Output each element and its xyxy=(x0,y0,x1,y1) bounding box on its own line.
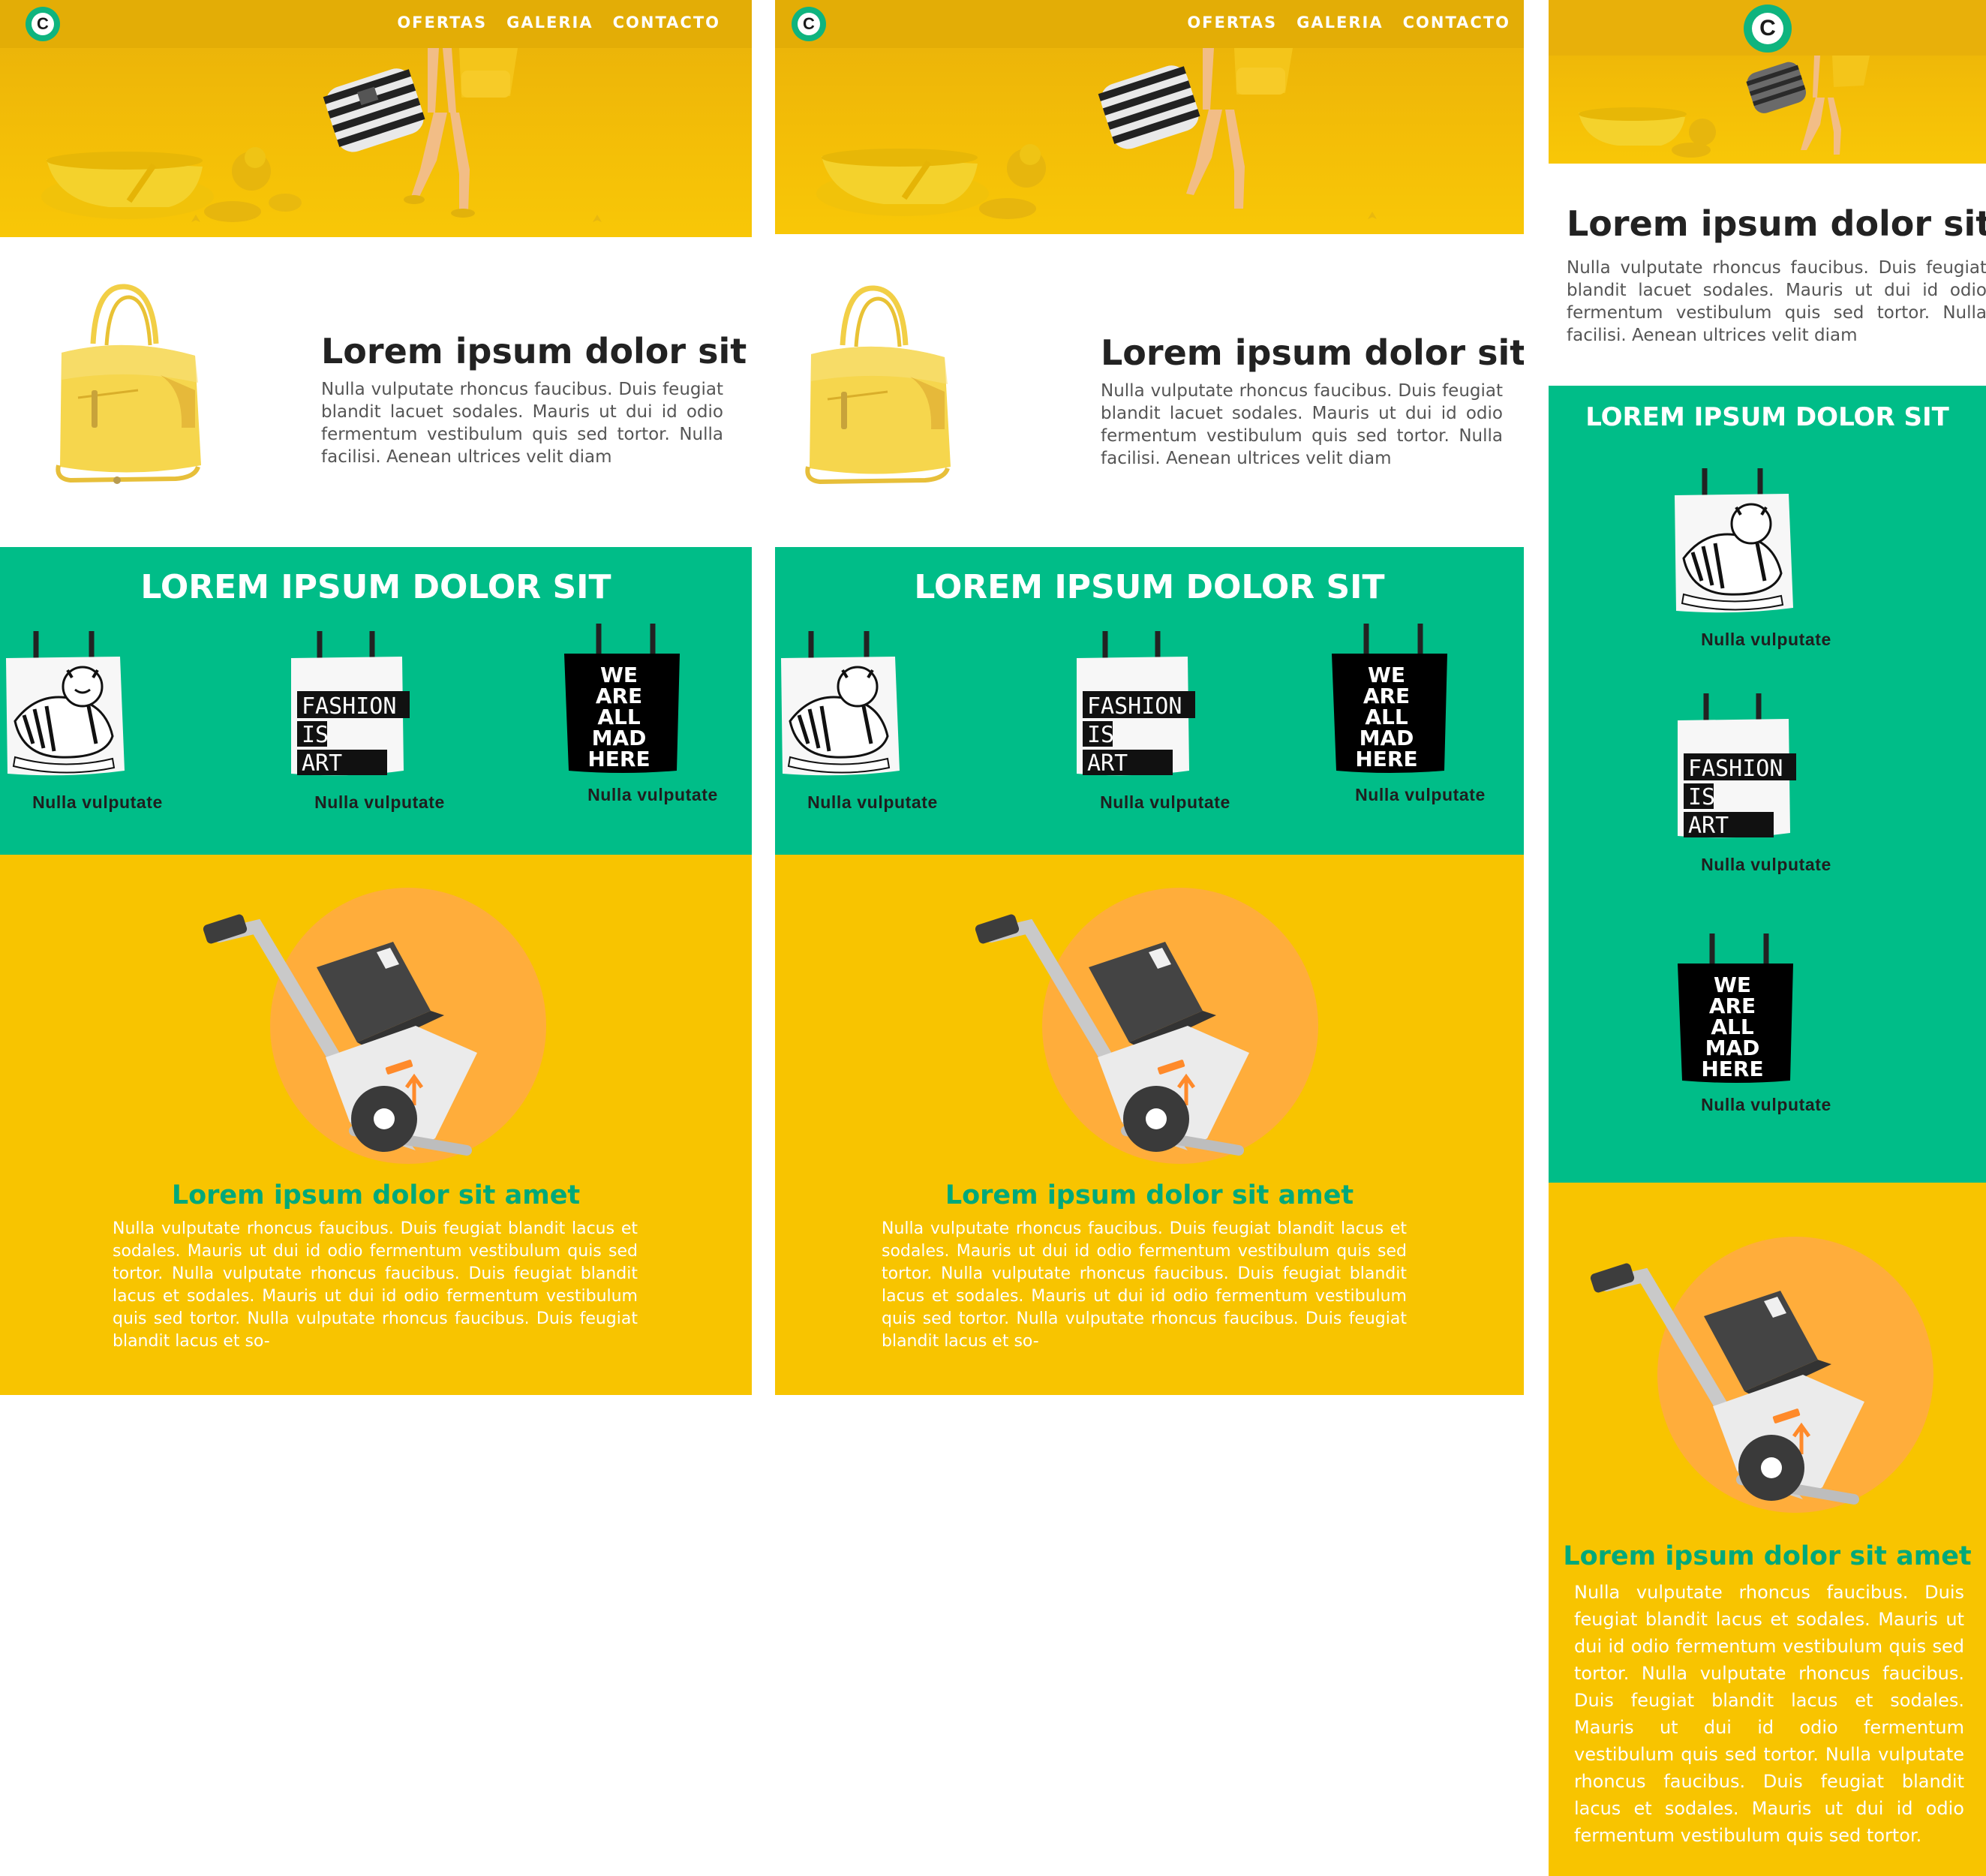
navbar: C OFERTAS GALERIA CONTACTO xyxy=(0,0,752,48)
logo-letter: C xyxy=(37,14,49,33)
main-nav: OFERTAS GALERIA CONTACTO xyxy=(1187,14,1510,32)
svg-text:IS: IS xyxy=(302,722,329,748)
svg-text:HERE: HERE xyxy=(1355,747,1417,771)
product-card[interactable]: Nulla vulputate xyxy=(775,631,970,813)
navbar: C OFERTAS GALERIA CONTACTO xyxy=(775,0,1524,48)
product-card[interactable]: FASHION IS ART Nulla vulputate xyxy=(1669,693,1864,875)
intro-title: Lorem ipsum dolor sit xyxy=(1567,203,1986,244)
nav-link-galeria[interactable]: GALERIA xyxy=(506,14,593,32)
hero-banner: C OFERTAS GALERIA CONTACTO xyxy=(0,0,752,237)
intro-body: Nulla vulputate rhoncus faucibus. Duis f… xyxy=(1101,381,1503,468)
intro-section: Lorem ipsum dolor sit Nulla vulputate rh… xyxy=(0,237,752,547)
product-label: Nulla vulputate xyxy=(1100,792,1230,812)
product-label: Nulla vulputate xyxy=(32,792,163,812)
products-title: LOREM IPSUM DOLOR SIT xyxy=(914,568,1385,606)
intro-text: Lorem ipsum dolor sit Nulla vulputate rh… xyxy=(1101,330,1524,470)
tote-bag-icon xyxy=(6,631,125,776)
product-label: Nulla vulputate xyxy=(1701,630,1831,649)
intro-text: Lorem ipsum dolor sit Nulla vulputate rh… xyxy=(1567,201,1986,347)
products-title: LOREM IPSUM DOLOR SIT xyxy=(1585,402,1949,432)
intro-text: Lorem ipsum dolor sit Nulla vulputate rh… xyxy=(321,329,747,468)
nav-link-contacto[interactable]: CONTACTO xyxy=(613,14,720,32)
delivery-section: Lorem ipsum dolor sit amet Nulla vulputa… xyxy=(0,855,752,1395)
hero-banner: C OFERTAS GALERIA CONTACTO xyxy=(775,0,1524,234)
svg-text:IS: IS xyxy=(1688,784,1715,810)
nav-link-galeria[interactable]: GALERIA xyxy=(1296,14,1383,32)
product-label: Nulla vulputate xyxy=(807,792,938,812)
svg-text:IS: IS xyxy=(1087,722,1114,748)
delivery-body: Nulla vulputate rhoncus faucibus. Duis f… xyxy=(113,1219,638,1351)
svg-text:ART: ART xyxy=(1087,750,1128,777)
tote-bag-icon xyxy=(781,631,900,776)
products-section: LOREM IPSUM DOLOR SIT Nulla vulputate FA… xyxy=(775,547,1524,855)
products-section: LOREM IPSUM DOLOR SIT Nulla vulputate FA… xyxy=(0,547,752,855)
products-section: LOREM IPSUM DOLOR SIT Nulla vulputate FA… xyxy=(1549,386,1986,1183)
handbag-icon xyxy=(56,284,201,484)
product-card[interactable]: Nulla vulputate xyxy=(1669,468,1864,650)
tote-bag-icon: FASHION IS ART xyxy=(1077,631,1195,777)
svg-text:FASHION: FASHION xyxy=(1688,756,1783,782)
nav-link-contacto[interactable]: CONTACTO xyxy=(1403,14,1510,32)
delivery-body: Nulla vulputate rhoncus faucibus. Duis f… xyxy=(882,1219,1407,1351)
hand-truck-icon xyxy=(203,888,546,1164)
tote-bag-icon: WE ARE ALL MAD HERE xyxy=(564,624,680,773)
intro-body: Nulla vulputate rhoncus faucibus. Duis f… xyxy=(1567,258,1986,345)
logo-letter: C xyxy=(803,14,815,33)
product-card[interactable]: WE ARE ALL MAD HERE Nulla vulputate xyxy=(1323,624,1518,805)
intro-section: Lorem ipsum dolor sit Nulla vulputate rh… xyxy=(1549,164,1986,386)
intro-title: Lorem ipsum dolor sit xyxy=(321,331,747,371)
logo-c-icon[interactable]: C xyxy=(792,7,826,41)
product-card[interactable]: Nulla vulputate xyxy=(0,631,195,813)
delivery-section: Lorem ipsum dolor sit amet Nulla vulputa… xyxy=(775,855,1524,1395)
hero-banner: C xyxy=(1549,0,1986,164)
product-card[interactable]: WE ARE ALL MAD HERE Nulla vulputate xyxy=(555,624,750,805)
intro-title: Lorem ipsum dolor sit xyxy=(1101,332,1524,373)
product-label: Nulla vulputate xyxy=(1355,785,1486,804)
mockup-mobile: C Lorem ipsum dolor sit Nulla vulputate … xyxy=(1549,0,1986,1876)
product-card[interactable]: FASHION IS ART Nulla vulputate xyxy=(1068,631,1263,813)
product-card[interactable]: WE ARE ALL MAD HERE Nulla vulputate xyxy=(1669,933,1864,1115)
main-nav: OFERTAS GALERIA CONTACTO xyxy=(397,14,720,32)
tote-bag-icon: WE ARE ALL MAD HERE xyxy=(1332,624,1447,773)
product-label: Nulla vulputate xyxy=(587,785,718,804)
svg-text:FASHION: FASHION xyxy=(1087,693,1182,720)
intro-body: Nulla vulputate rhoncus faucibus. Duis f… xyxy=(321,380,723,467)
hand-truck-icon xyxy=(1590,1237,1933,1513)
logo-c-icon[interactable]: C xyxy=(1744,5,1792,53)
product-label: Nulla vulputate xyxy=(314,792,445,812)
handbag-icon xyxy=(805,285,951,485)
svg-text:ART: ART xyxy=(1688,813,1729,839)
nav-link-ofertas[interactable]: OFERTAS xyxy=(1187,14,1277,32)
svg-text:HERE: HERE xyxy=(587,747,650,771)
product-label: Nulla vulputate xyxy=(1701,855,1831,874)
tote-bag-icon: WE ARE ALL MAD HERE xyxy=(1678,933,1793,1083)
svg-text:HERE: HERE xyxy=(1701,1057,1763,1081)
product-label: Nulla vulputate xyxy=(1701,1095,1831,1114)
tote-bag-icon: FASHION IS ART xyxy=(1678,693,1796,839)
delivery-title: Lorem ipsum dolor sit amet xyxy=(1563,1541,1972,1571)
navbar: C xyxy=(1549,0,1986,56)
products-title: LOREM IPSUM DOLOR SIT xyxy=(140,568,611,606)
svg-text:ART: ART xyxy=(302,750,342,777)
logo-letter: C xyxy=(1759,16,1776,41)
mockup-desktop-1: C OFERTAS GALERIA CONTACTO Lorem ipsum d… xyxy=(0,0,752,1395)
logo-c-icon[interactable]: C xyxy=(26,7,60,41)
intro-section: Lorem ipsum dolor sit Nulla vulputate rh… xyxy=(775,234,1524,547)
delivery-section: Lorem ipsum dolor sit amet Nulla vulputa… xyxy=(1549,1183,1986,1876)
nav-link-ofertas[interactable]: OFERTAS xyxy=(397,14,487,32)
delivery-body: Nulla vulputate rhoncus faucibus. Duis f… xyxy=(1574,1582,1964,1846)
delivery-title: Lorem ipsum dolor sit amet xyxy=(171,1180,581,1210)
tote-bag-icon xyxy=(1675,468,1793,613)
hand-truck-icon xyxy=(975,888,1318,1164)
tote-bag-icon: FASHION IS ART xyxy=(291,631,410,777)
delivery-title: Lorem ipsum dolor sit amet xyxy=(945,1180,1354,1210)
mockup-desktop-2: C OFERTAS GALERIA CONTACTO Lorem ipsum d… xyxy=(775,0,1524,1395)
product-card[interactable]: FASHION IS ART Nulla vulputate xyxy=(282,631,477,813)
svg-text:FASHION: FASHION xyxy=(302,693,396,720)
